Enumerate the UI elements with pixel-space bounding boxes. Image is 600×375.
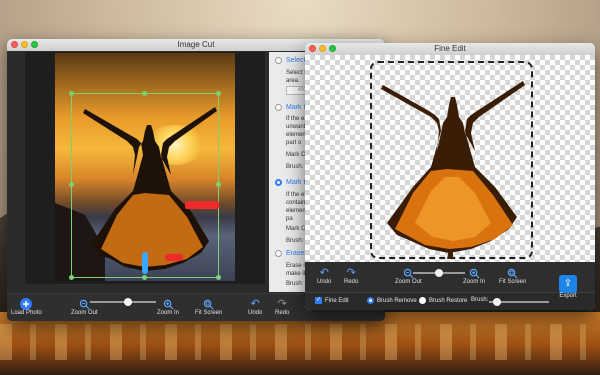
fine-edit-window: Fine Edit ↶ Undo ↷ Redo Zoom Out Zoom In… xyxy=(305,43,595,310)
zoom-out-label: Zoom Out xyxy=(71,310,98,316)
selection-handle[interactable] xyxy=(142,91,147,96)
brush-size-knob[interactable] xyxy=(493,298,501,306)
zoom-slider[interactable] xyxy=(413,269,465,277)
desktop-lake xyxy=(0,312,600,375)
fit-screen-label: Fit Screen xyxy=(499,279,527,285)
selection-handle[interactable] xyxy=(216,182,221,187)
selection-handle[interactable] xyxy=(69,275,74,280)
option-radio[interactable] xyxy=(275,57,282,64)
fit-screen-button[interactable]: Fit Screen xyxy=(195,298,222,316)
fine-edit-options: ✓ Fine Edit Brush Remove Brush Restore B… xyxy=(305,292,595,310)
fine-edit-label: Fine Edit xyxy=(325,297,349,304)
cutout-dancer xyxy=(381,81,525,259)
radio-unselected xyxy=(419,297,426,304)
zoom-in-button[interactable]: Zoom In xyxy=(157,298,179,316)
remove-mark-stroke xyxy=(165,254,183,261)
brush-remove-radio[interactable]: Brush Remove xyxy=(367,297,417,304)
zoom-slider[interactable] xyxy=(90,298,156,306)
redo-button[interactable]: ↷ Redo xyxy=(275,298,289,316)
brush-restore-radio[interactable]: Brush Restore xyxy=(419,297,467,304)
load-photo-label: Load Photo xyxy=(11,310,42,316)
brush-remove-label: Brush Remove xyxy=(377,297,417,304)
selection-handle[interactable] xyxy=(216,91,221,96)
undo-button[interactable]: ↶ Undo xyxy=(317,267,331,285)
brush-size-control[interactable]: Brush: xyxy=(471,297,488,303)
fine-edit-titlebar: Fine Edit xyxy=(305,43,595,55)
selection-rectangle[interactable] xyxy=(69,91,221,280)
fine-edit-checkbox[interactable]: ✓ Fine Edit xyxy=(315,297,349,304)
brush-label: Brush: xyxy=(471,297,489,303)
undo-label: Undo xyxy=(317,279,332,285)
zoom-in-icon xyxy=(162,298,174,310)
zoom-slider-knob[interactable] xyxy=(124,298,132,306)
option-radio-selected[interactable] xyxy=(275,179,282,186)
selection-handle[interactable] xyxy=(69,91,74,96)
checkmark-icon: ✓ xyxy=(315,297,322,304)
redo-icon: ↷ xyxy=(277,298,287,310)
fine-edit-toolbar: ↶ Undo ↷ Redo Zoom Out Zoom In Fit Scree… xyxy=(305,262,595,292)
add-icon xyxy=(20,298,33,310)
zoom-in-label: Zoom In xyxy=(463,279,486,285)
selection-handle[interactable] xyxy=(69,182,74,187)
option-radio[interactable] xyxy=(275,250,282,257)
zoom-in-icon xyxy=(468,267,480,279)
fit-screen-label: Fit Screen xyxy=(195,310,223,316)
zoom-in-button[interactable]: Zoom In xyxy=(463,267,485,285)
brush-size-slider[interactable] xyxy=(489,298,549,306)
image-cut-canvas[interactable] xyxy=(25,52,265,284)
export-label: Export xyxy=(559,293,577,299)
brush-restore-label: Brush Restore xyxy=(429,297,468,304)
zoom-in-label: Zoom In xyxy=(157,310,180,316)
undo-icon: ↶ xyxy=(250,298,260,310)
transparent-canvas[interactable] xyxy=(305,55,595,262)
zoom-out-button[interactable]: Zoom Out xyxy=(395,267,422,285)
selection-handle[interactable] xyxy=(216,275,221,280)
remove-mark-stroke xyxy=(185,201,219,209)
fit-screen-icon xyxy=(507,267,519,279)
fit-screen-button[interactable]: Fit Screen xyxy=(499,267,526,285)
selection-handle[interactable] xyxy=(142,275,147,280)
window-title: Fine Edit xyxy=(434,44,466,53)
export-button[interactable]: ⇪ Export xyxy=(559,275,577,299)
redo-label: Redo xyxy=(275,310,290,316)
undo-button[interactable]: ↶ Undo xyxy=(248,298,262,316)
load-photo-button[interactable]: Load Photo xyxy=(11,298,42,316)
zoom-out-label: Zoom Out xyxy=(395,279,422,285)
redo-label: Redo xyxy=(344,279,359,285)
redo-button[interactable]: ↷ Redo xyxy=(344,267,358,285)
option-radio[interactable] xyxy=(275,104,282,111)
zoom-out-icon xyxy=(78,298,90,310)
undo-icon: ↶ xyxy=(319,267,329,279)
zoom-slider-knob[interactable] xyxy=(435,269,443,277)
undo-label: Undo xyxy=(248,310,263,316)
export-icon: ⇪ xyxy=(559,275,577,293)
radio-selected xyxy=(367,297,374,304)
keep-mark-stroke xyxy=(142,252,148,274)
redo-icon: ↷ xyxy=(346,267,356,279)
fit-screen-icon xyxy=(203,298,215,310)
